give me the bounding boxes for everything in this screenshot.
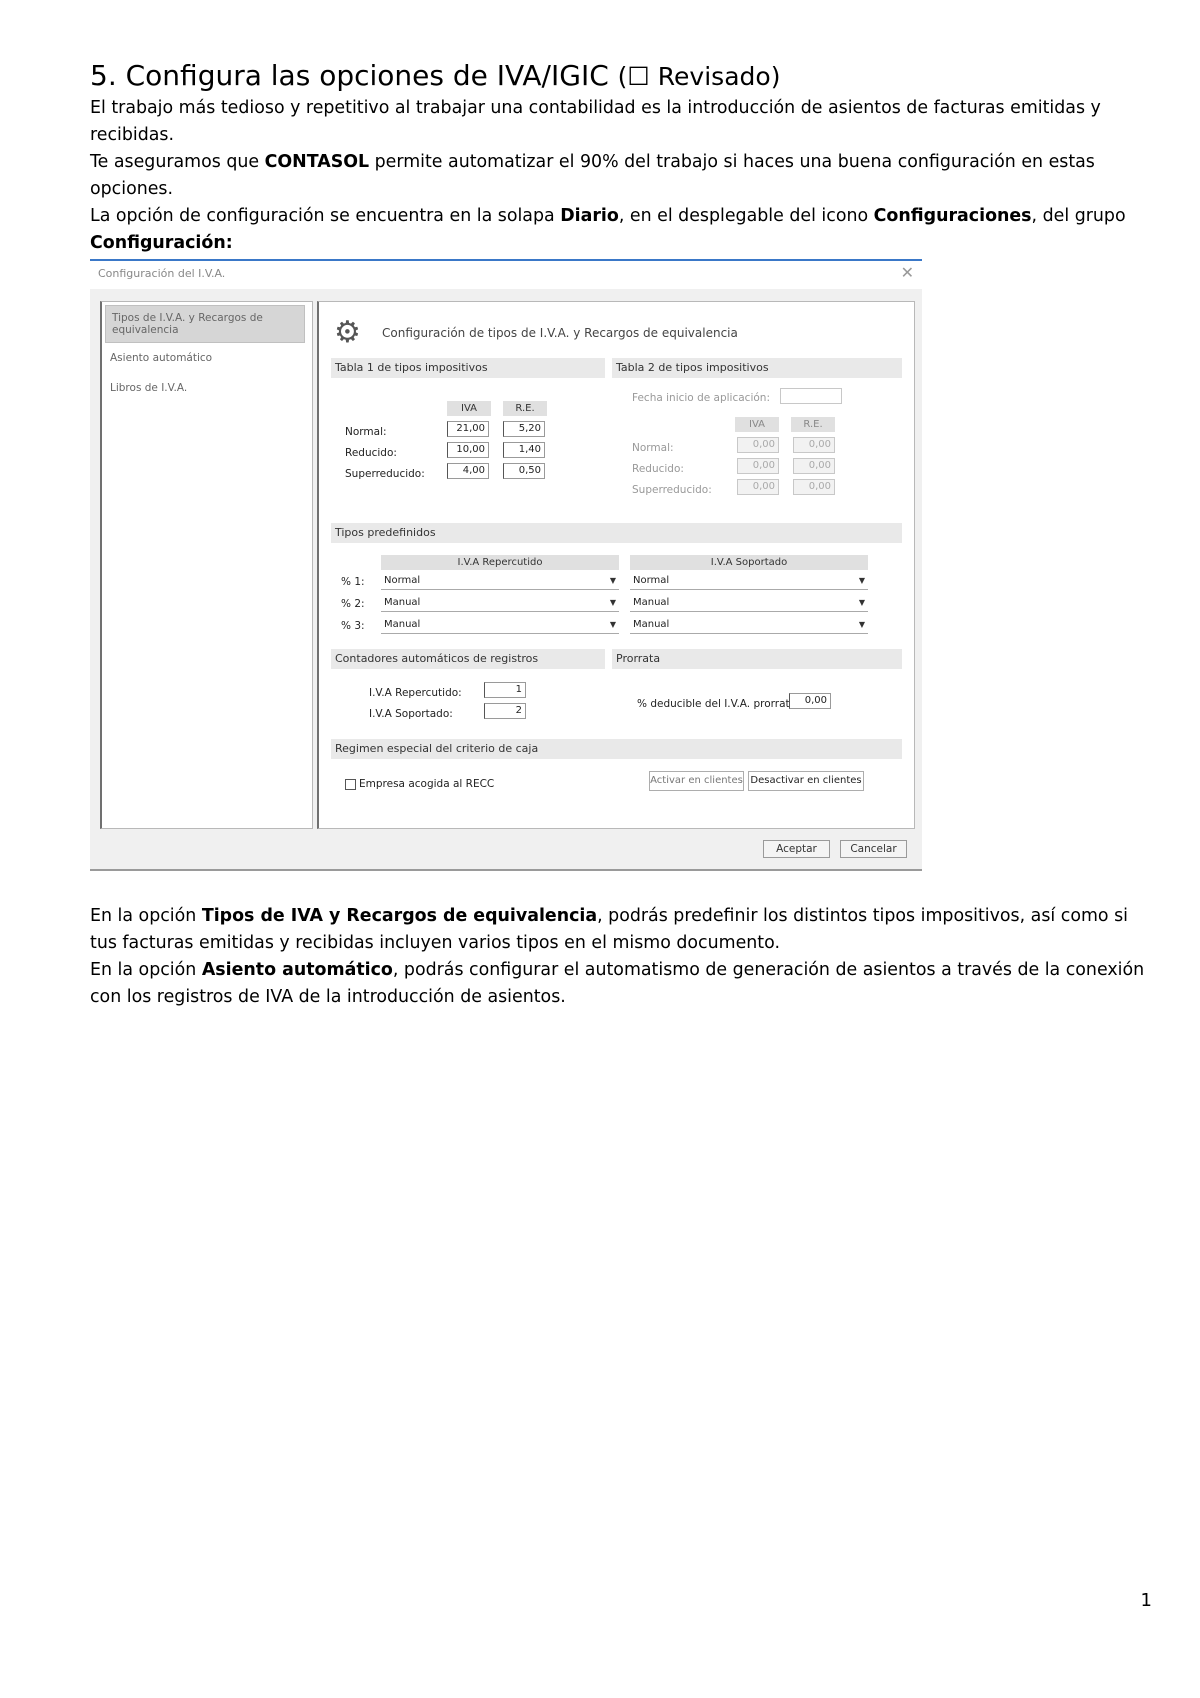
table2-normal-re-input[interactable]: 0,00 bbox=[793, 437, 835, 453]
recc-checkbox-label: Empresa acogida al RECC bbox=[359, 778, 495, 790]
intro-paragraph-1: El trabajo más tedioso y repetitivo al t… bbox=[90, 98, 1101, 145]
sidebar-item-asiento-automatico[interactable]: Asiento automático bbox=[110, 352, 212, 364]
dropdown-arrow-icon: ▼ bbox=[609, 576, 616, 585]
explanation-paragraph-2: En la opción Asiento automático, podrás … bbox=[90, 960, 1145, 1007]
gear-icon: ⚙ bbox=[334, 315, 361, 350]
dropdown-arrow-icon: ▼ bbox=[858, 598, 865, 607]
dropdown-arrow-icon: ▼ bbox=[609, 620, 616, 629]
table2-date-label: Fecha inicio de aplicación: bbox=[632, 392, 770, 404]
table1-superreducido-iva-input[interactable]: 4,00 bbox=[447, 463, 489, 479]
recc-checkbox[interactable] bbox=[345, 779, 356, 790]
table1-row-label: Reducido: bbox=[345, 447, 397, 459]
iva-config-dialog: Configuración del I.V.A. ✕ Tipos de I.V.… bbox=[90, 259, 922, 871]
predef-col-repercutido: I.V.A Repercutido bbox=[381, 555, 619, 570]
dialog-main-panel: ⚙ Configuración de tipos de I.V.A. y Rec… bbox=[317, 301, 915, 829]
table2-normal-iva-input[interactable]: 0,00 bbox=[737, 437, 779, 453]
document-body: 5. Configura las opciones de IVA/IGIC (☐… bbox=[90, 58, 1140, 257]
table2-reducido-re-input[interactable]: 0,00 bbox=[793, 458, 835, 474]
heading-number: 5. bbox=[90, 59, 117, 92]
predef-2-soportado-select[interactable]: Manual ▼ bbox=[630, 595, 868, 612]
table2-date-input[interactable] bbox=[780, 388, 842, 404]
table1-reducido-re-input[interactable]: 1,40 bbox=[503, 442, 545, 458]
predef-3-soportado-select[interactable]: Manual ▼ bbox=[630, 617, 868, 634]
dialog-title: Configuración del I.V.A. bbox=[98, 267, 226, 280]
checkbox-icon: ☐ bbox=[627, 62, 650, 91]
dropdown-arrow-icon: ▼ bbox=[609, 598, 616, 607]
predef-2-repercutido-select[interactable]: Manual ▼ bbox=[381, 595, 619, 612]
table1-normal-re-input[interactable]: 5,20 bbox=[503, 421, 545, 437]
table1-normal-iva-input[interactable]: 21,00 bbox=[447, 421, 489, 437]
table2-row-label: Reducido: bbox=[632, 463, 684, 475]
cancel-button[interactable]: Cancelar bbox=[840, 840, 907, 858]
table2-row-label: Normal: bbox=[632, 442, 674, 454]
prorrata-label: % deducible del I.V.A. prorrata bbox=[637, 698, 797, 710]
dialog-sidebar: Tipos de I.V.A. y Recargos de equivalenc… bbox=[100, 301, 313, 829]
counter-repercutido-label: I.V.A Repercutido: bbox=[369, 687, 462, 699]
dialog-titlebar: Configuración del I.V.A. ✕ bbox=[90, 261, 922, 289]
prorrata-input[interactable]: 0,00 bbox=[789, 693, 831, 709]
section-predefined-header: Tipos predefinidos bbox=[331, 523, 902, 543]
group-name-configuracion: Configuración: bbox=[90, 233, 233, 253]
section-counters-header: Contadores automáticos de registros bbox=[331, 649, 605, 669]
counter-repercutido-input[interactable]: 1 bbox=[484, 682, 526, 698]
close-icon[interactable]: ✕ bbox=[901, 263, 914, 282]
table1-row-label: Normal: bbox=[345, 426, 387, 438]
heading-title: Configura las opciones de IVA/IGIC bbox=[125, 59, 609, 92]
accept-button[interactable]: Aceptar bbox=[763, 840, 830, 858]
option-name-asiento-automatico: Asiento automático bbox=[201, 960, 393, 980]
intro-paragraph-3: La opción de configuración se encuentra … bbox=[90, 206, 1126, 253]
predef-1-repercutido-select[interactable]: Normal ▼ bbox=[381, 573, 619, 590]
predef-row-label: % 3: bbox=[341, 620, 365, 632]
option-name-tipos-iva: Tipos de IVA y Recargos de equivalencia bbox=[201, 906, 598, 926]
product-name: CONTASOL bbox=[264, 152, 370, 172]
activate-clients-button[interactable]: Activar en clientes bbox=[649, 771, 744, 791]
table2-reducido-iva-input[interactable]: 0,00 bbox=[737, 458, 779, 474]
panel-title: Configuración de tipos de I.V.A. y Recar… bbox=[382, 326, 738, 340]
predef-row-label: % 1: bbox=[341, 576, 365, 588]
section-heading: 5. Configura las opciones de IVA/IGIC (☐… bbox=[90, 58, 1140, 95]
counter-soportado-input[interactable]: 2 bbox=[484, 703, 526, 719]
predef-row-label: % 2: bbox=[341, 598, 365, 610]
table1-row-label: Superreducido: bbox=[345, 468, 425, 480]
sidebar-item-tipos-iva[interactable]: Tipos de I.V.A. y Recargos de equivalenc… bbox=[105, 305, 305, 343]
table1-col-iva: IVA bbox=[447, 401, 491, 416]
tab-name-diario: Diario bbox=[560, 206, 619, 226]
predef-3-repercutido-select[interactable]: Manual ▼ bbox=[381, 617, 619, 634]
predef-1-soportado-select[interactable]: Normal ▼ bbox=[630, 573, 868, 590]
section-table2-header: Tabla 2 de tipos impositivos bbox=[612, 358, 902, 378]
table1-col-re: R.E. bbox=[503, 401, 547, 416]
table2-row-label: Superreducido: bbox=[632, 484, 712, 496]
intro-paragraph-2: Te aseguramos que CONTASOL permite autom… bbox=[90, 152, 1095, 199]
table1-superreducido-re-input[interactable]: 0,50 bbox=[503, 463, 545, 479]
icon-name-configuraciones: Configuraciones bbox=[873, 206, 1032, 226]
explanation-body: En la opción Tipos de IVA y Recargos de … bbox=[90, 903, 1150, 1011]
dropdown-arrow-icon: ▼ bbox=[858, 620, 865, 629]
page-number: 1 bbox=[1140, 1590, 1152, 1611]
table2-col-re: R.E. bbox=[791, 417, 835, 432]
counter-soportado-label: I.V.A Soportado: bbox=[369, 708, 453, 720]
section-recc-header: Regimen especial del criterio de caja bbox=[331, 739, 902, 759]
status-label: Revisado bbox=[657, 62, 771, 91]
section-table1-header: Tabla 1 de tipos impositivos bbox=[331, 358, 605, 378]
explanation-paragraph-1: En la opción Tipos de IVA y Recargos de … bbox=[90, 906, 1128, 953]
table2-col-iva: IVA bbox=[735, 417, 779, 432]
section-prorrata-header: Prorrata bbox=[612, 649, 902, 669]
heading-status: (☐ Revisado) bbox=[617, 62, 781, 91]
sidebar-item-libros-iva[interactable]: Libros de I.V.A. bbox=[110, 382, 187, 394]
predef-col-soportado: I.V.A Soportado bbox=[630, 555, 868, 570]
table2-superreducido-iva-input[interactable]: 0,00 bbox=[737, 479, 779, 495]
table2-superreducido-re-input[interactable]: 0,00 bbox=[793, 479, 835, 495]
deactivate-clients-button[interactable]: Desactivar en clientes bbox=[748, 771, 864, 791]
dropdown-arrow-icon: ▼ bbox=[858, 576, 865, 585]
table1-reducido-iva-input[interactable]: 10,00 bbox=[447, 442, 489, 458]
